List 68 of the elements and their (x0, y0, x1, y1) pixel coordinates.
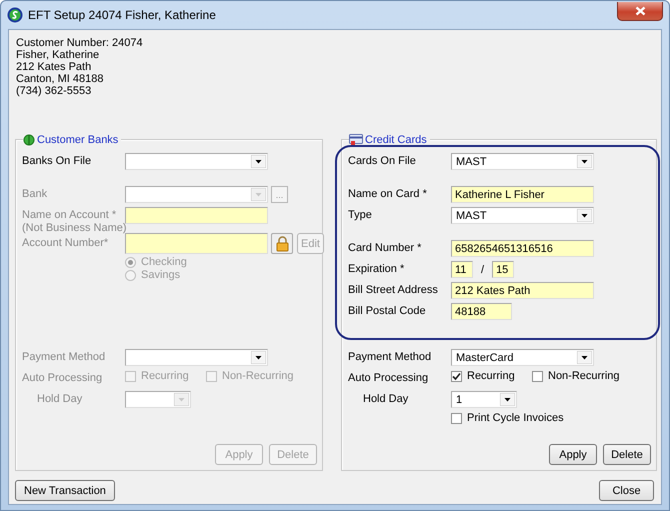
field-label: Bill Postal Code (348, 305, 426, 317)
checkbox-label: Non-Recurring (222, 370, 294, 382)
field-label: Bank (22, 188, 48, 200)
customer-info-line: Fisher, Katherine (16, 49, 100, 61)
dropdown-arrow-icon[interactable] (577, 351, 592, 364)
customer-info-line: Canton, MI 48188 (16, 73, 104, 85)
radio-label: Checking (141, 256, 187, 268)
panel-title: Customer Banks (37, 134, 118, 146)
panel-button[interactable]: Apply (549, 444, 597, 465)
field-hint: (Not Business Name) (22, 222, 127, 234)
field-label: Payment Method (22, 351, 106, 363)
checkbox-label: Recurring (467, 370, 515, 382)
close-button[interactable] (617, 2, 663, 21)
field-label: Account Number* (22, 237, 108, 249)
input-field[interactable]: 6582654651316516 (451, 240, 594, 257)
field-label: Expiration * (348, 263, 404, 275)
field-label: Auto Processing (22, 372, 102, 384)
input-field[interactable]: 212 Kates Path (451, 282, 594, 299)
field-label: Hold Day (37, 393, 82, 405)
radio-label: Savings (141, 269, 180, 281)
dropdown-value: 1 (456, 394, 462, 406)
customer-info-line: (734) 362-5553 (16, 85, 92, 97)
customer-info-line: 212 Kates Path (16, 61, 92, 73)
input-field[interactable]: 48188 (451, 303, 512, 320)
dropdown-value: MAST (456, 210, 487, 222)
coin-icon (23, 132, 35, 146)
dropdown[interactable]: MAST (451, 153, 594, 170)
dropdown-arrow-icon[interactable] (500, 393, 515, 406)
check-icon (452, 372, 461, 380)
credit-card-icon (349, 133, 363, 146)
field-label: Cards On File (348, 155, 416, 167)
field-label: Banks On File (22, 155, 92, 167)
lock-icon (274, 236, 290, 252)
new-transaction-button[interactable]: New Transaction (15, 480, 115, 501)
date-separator: / (480, 264, 486, 276)
checkbox[interactable] (451, 370, 462, 382)
dropdown-arrow-icon[interactable] (577, 155, 592, 168)
dropdown[interactable]: MasterCard (451, 349, 594, 366)
year-field[interactable]: 15 (492, 261, 514, 278)
field-label: Card Number * (348, 242, 422, 254)
lock-button[interactable] (271, 233, 293, 254)
checkbox-label: Non-Recurring (548, 370, 620, 382)
panel-title: Credit Cards (365, 134, 427, 146)
customer-info-line: Customer Number: 24074 (16, 37, 144, 49)
close-icon (634, 6, 646, 16)
field-label: Hold Day (363, 393, 408, 405)
month-field[interactable]: 11 (451, 261, 473, 278)
field-label: Payment Method (348, 351, 432, 363)
dropdown[interactable]: 1 (451, 391, 517, 408)
dropdown-value: MAST (456, 156, 487, 168)
close-dialog-button[interactable]: Close (599, 480, 654, 501)
dropdown-value: MasterCard (456, 352, 514, 364)
field-label: Type (348, 209, 372, 221)
field-label: Name on Account * (22, 209, 116, 221)
dropdown-arrow-icon[interactable] (577, 209, 592, 222)
dropdown[interactable]: MAST (451, 207, 594, 224)
field-label: Auto Processing (348, 372, 428, 384)
dropdown-arrow-icon[interactable] (251, 155, 266, 168)
app-icon (7, 7, 23, 23)
field-label: Name on Card * (348, 188, 427, 200)
checkbox[interactable] (451, 412, 462, 424)
checkbox-label: Recurring (141, 370, 189, 382)
input-field[interactable]: Katherine L Fisher (451, 186, 594, 203)
field-label: Bill Street Address (348, 284, 438, 296)
window-title: EFT Setup 24074 Fisher, Katherine (28, 8, 216, 22)
panel-button[interactable]: Delete (603, 444, 651, 465)
checkbox[interactable] (532, 370, 543, 382)
checkbox-label: Print Cycle Invoices (467, 412, 564, 424)
